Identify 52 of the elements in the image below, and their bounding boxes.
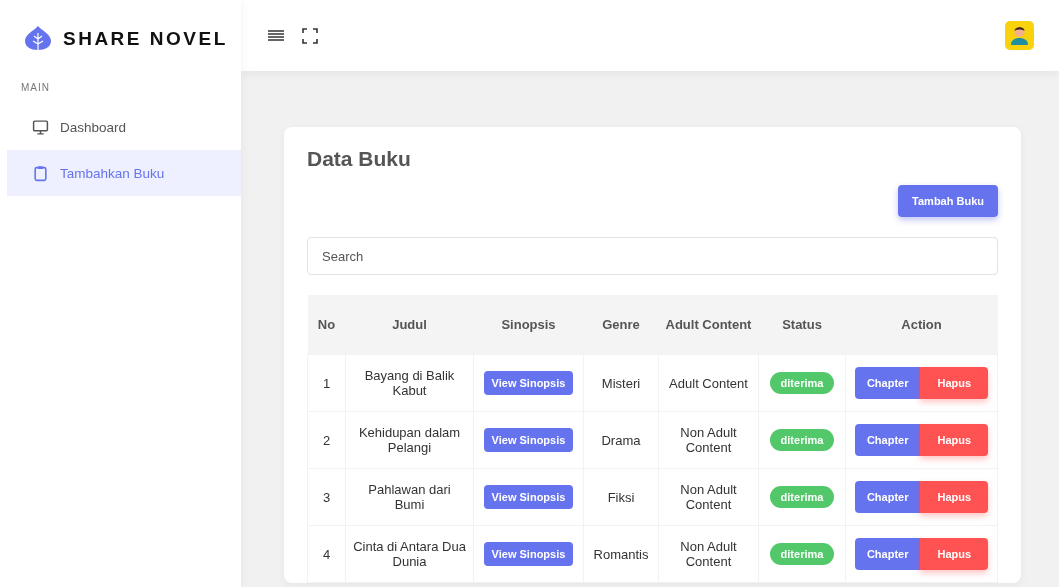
fullscreen-icon[interactable] bbox=[302, 27, 318, 44]
view-synopsis-button[interactable]: View Sinopsis bbox=[484, 485, 573, 509]
table-cell: Kehidupan dalam Pelangi bbox=[345, 411, 474, 469]
delete-button[interactable]: Hapus bbox=[920, 481, 989, 513]
status-badge: diterima bbox=[769, 543, 835, 565]
delete-button[interactable]: Hapus bbox=[920, 367, 989, 399]
delete-button[interactable]: Hapus bbox=[920, 424, 989, 456]
avatar-icon[interactable] bbox=[1005, 21, 1034, 50]
status-badge: diterima bbox=[769, 429, 835, 451]
table-cell: Cinta di Antara Dua Dunia bbox=[345, 525, 474, 583]
chapter-button[interactable]: Chapter bbox=[854, 481, 921, 513]
table-cell: Non Adult Content bbox=[658, 468, 759, 526]
column-header: Sinopsis bbox=[473, 295, 584, 355]
status-badge: diterima bbox=[769, 372, 835, 394]
table-cell: Pahlawan dari Bumi bbox=[345, 468, 474, 526]
table-cell: 1 bbox=[307, 354, 346, 412]
column-header: Status bbox=[758, 295, 846, 355]
sidebar-item[interactable]: Tambahkan Buku bbox=[7, 150, 241, 196]
card-title: Data Buku bbox=[307, 147, 412, 171]
table-cell: Non Adult Content bbox=[658, 411, 759, 469]
table-cell: Adult Content bbox=[658, 354, 759, 412]
table-cell: Romantis bbox=[583, 525, 659, 583]
table-cell: Misteri bbox=[583, 354, 659, 412]
table-cell: Fiksi bbox=[583, 468, 659, 526]
table-cell: 3 bbox=[307, 468, 346, 526]
delete-button[interactable]: Hapus bbox=[920, 538, 989, 570]
chapter-button[interactable]: Chapter bbox=[854, 538, 921, 570]
search-field[interactable]: Search bbox=[307, 237, 998, 275]
menu-icon[interactable] bbox=[268, 29, 284, 42]
view-synopsis-button[interactable]: View Sinopsis bbox=[484, 428, 573, 452]
status-badge: diterima bbox=[769, 486, 835, 508]
section-label: MAIN bbox=[20, 81, 51, 95]
monitor-icon bbox=[32, 118, 49, 136]
table-cell: Drama bbox=[583, 411, 659, 469]
brand-name: SHARE NOVEL bbox=[63, 28, 228, 50]
table-cell: 2 bbox=[307, 411, 346, 469]
table-cell: 4 bbox=[307, 525, 346, 583]
sidebar-item[interactable]: Dashboard bbox=[7, 104, 241, 150]
table-cell: Non Adult Content bbox=[658, 525, 759, 583]
view-synopsis-button[interactable]: View Sinopsis bbox=[484, 542, 573, 566]
leaf-logo-icon bbox=[23, 25, 53, 53]
chapter-button[interactable]: Chapter bbox=[854, 367, 921, 399]
column-header: Judul bbox=[345, 295, 474, 355]
chapter-button[interactable]: Chapter bbox=[854, 424, 921, 456]
column-header: No bbox=[307, 295, 346, 355]
view-synopsis-button[interactable]: View Sinopsis bbox=[484, 371, 573, 395]
add-book-button[interactable]: Tambah Buku bbox=[898, 185, 998, 217]
column-header: Action bbox=[845, 295, 998, 355]
column-header: Adult Content bbox=[658, 295, 759, 355]
table-cell: Bayang di Balik Kabut bbox=[345, 354, 474, 412]
clipboard-icon bbox=[32, 164, 49, 182]
column-header: Genre bbox=[583, 295, 659, 355]
